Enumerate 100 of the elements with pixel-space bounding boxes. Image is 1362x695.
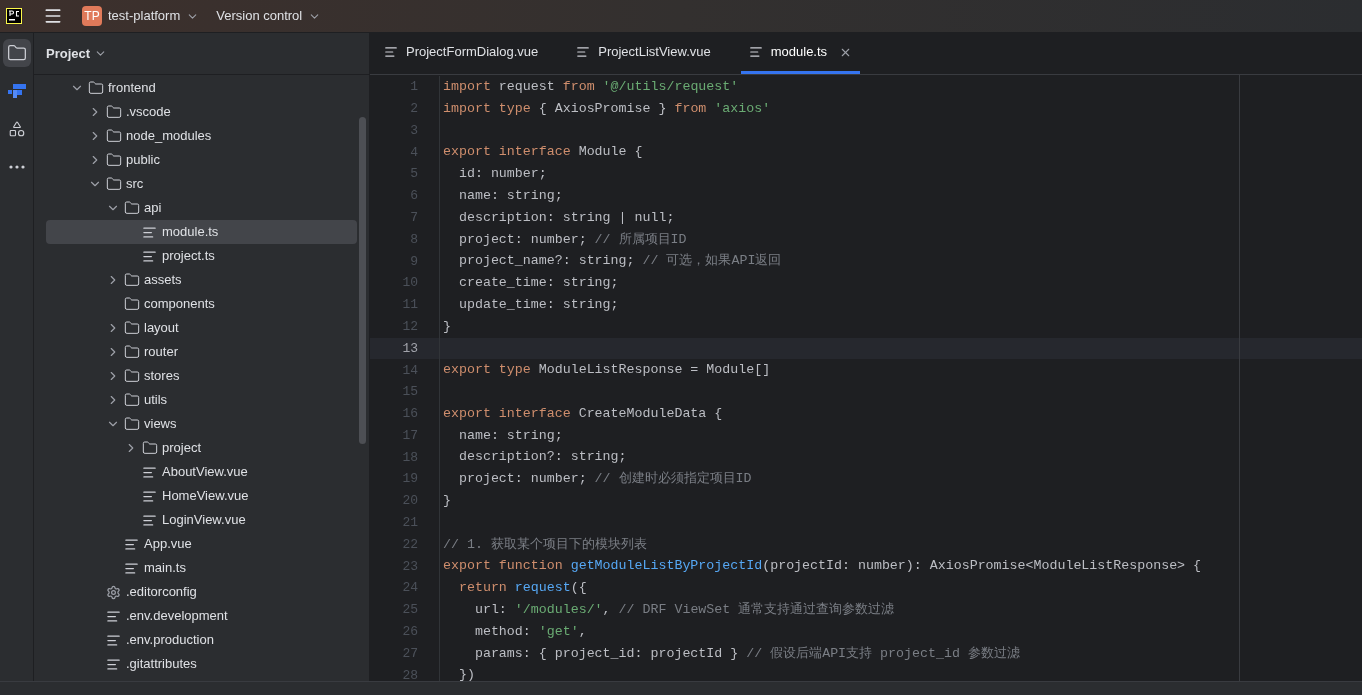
tree-item-label: .editorconfig [126,583,197,602]
folder-icon [124,344,140,360]
app-logo-icon [6,8,22,24]
code-line: method: 'get', [473,622,587,641]
folder-icon [124,392,140,408]
code-line: }) [457,666,475,681]
file-icon [106,608,121,624]
tree-item-label: layout [144,319,179,338]
folder-icon [106,176,122,192]
tree-item-label: utils [144,391,168,410]
tree-item[interactable]: utils [46,388,357,412]
file-icon [124,560,139,576]
folder-icon [106,104,122,120]
tree-item-label: src [126,175,144,194]
tree-item[interactable]: stores [46,364,357,388]
tree-item-label: project [162,439,202,458]
tree-item[interactable]: views [46,412,357,436]
tree-item-label: module.ts [162,223,219,242]
editor-tab[interactable]: ProjectListView.vue [568,33,719,74]
project-switcher[interactable]: TP test-platform [82,6,200,26]
file-icon [124,536,139,552]
tree-item[interactable]: .gitattributes [46,652,357,676]
code-line: project: number; // 创建时必须指定项目ID [457,470,752,489]
file-icon [106,656,121,672]
code-line: project_name?: string; // 可选，如果API返回 [457,252,782,271]
tree-item[interactable]: .editorconfig [46,580,357,604]
tree-item[interactable]: .env.development [46,604,357,628]
tree-item[interactable]: project [46,436,357,460]
code-line: // 1. 获取某个项目下的模块列表 [443,535,647,554]
code-line: import type { AxiosPromise } from 'axios' [443,99,771,118]
folder-icon [106,128,122,144]
code-line: id: number; [457,165,547,184]
folder-icon [124,416,140,432]
file-icon [106,632,121,648]
version-control-menu[interactable]: Version control [216,6,322,26]
tree-item-label: project.ts [162,247,215,266]
tree-item-label: node_modules [126,127,212,146]
file-icon [142,248,157,264]
folder-icon [124,368,140,384]
tree-item[interactable]: public [46,148,357,172]
tool-window-button[interactable] [2,39,31,67]
folder-icon [124,320,140,336]
project-badge: TP [82,6,102,26]
code-line: export interface CreateModuleData { [443,404,723,423]
code-line: project: number; // 所属项目ID [457,230,687,249]
tree-item-label: AboutView.vue [162,463,248,482]
tree-item-label: components [144,295,215,314]
tree-item-label: public [126,151,160,170]
tree-item[interactable]: App.vue [46,532,357,556]
file-icon [142,464,157,480]
code-line: update_time: string; [457,295,619,314]
line-number: 13 [401,339,418,358]
tree-item[interactable]: frontend [46,76,357,100]
scrollbar[interactable] [359,117,366,444]
tree-item-label: assets [144,271,182,290]
tree-item-label: router [144,343,178,362]
tree-item[interactable]: .vscode [46,100,357,124]
tree-item[interactable]: LoginView.vue [46,508,357,532]
folder-icon [6,43,27,63]
file-icon [384,45,398,59]
file-icon [142,488,157,504]
tree-item[interactable]: node_modules [46,124,357,148]
tree-item[interactable]: module.ts [46,220,357,244]
tree-item[interactable]: assets [46,268,357,292]
tree-item[interactable]: project.ts [46,244,357,268]
tree-item[interactable]: router [46,340,357,364]
editor-tab[interactable]: ProjectFormDialog.vue [376,33,547,74]
code-line: params: { project_id: projectId } // 假设后端API支持 project_id 参数过滤 [473,644,1020,663]
panel-title[interactable]: Project [46,43,108,64]
tree-item-label: .env.production [126,631,214,650]
menu-icon[interactable] [43,6,63,26]
components-icon [7,120,26,138]
tree-item[interactable]: api [46,196,357,220]
tree-item-label: api [144,199,162,218]
folder-icon [124,296,140,312]
code-line: export function getModuleListByProjectId(projectId: number): AxiosPromise<ModuleListResponse> { [443,557,1202,576]
code-line: export interface Module { [443,143,643,162]
tree-item[interactable]: .env.production [46,628,357,652]
tree-item[interactable]: components [46,292,357,316]
tree-item[interactable]: src [46,172,357,196]
logo-icon [6,83,27,99]
code-line: create_time: string; [457,274,619,293]
tree-item-label: views [144,415,177,434]
code-line: url: '/modules/', // DRF ViewSet 通常支持通过查询参数过滤 [473,601,895,620]
file-icon [142,512,157,528]
folder-icon [88,80,104,96]
tree-item[interactable]: HomeView.vue [46,484,357,508]
code-line: return request({ [457,579,587,598]
tree-item-label: LoginView.vue [162,511,246,530]
folder-icon [106,152,122,168]
tree-item[interactable]: AboutView.vue [46,460,357,484]
tree-item-label: stores [144,367,180,386]
tree-item-label: main.ts [144,559,186,578]
code-line: } [443,492,451,511]
tree-item[interactable]: layout [46,316,357,340]
tree-item[interactable]: main.ts [46,556,357,580]
code-editor[interactable] [370,75,1362,681]
code-line: description?: string; [457,448,627,467]
code-line: name: string; [457,426,563,445]
tree-item-label: App.vue [144,535,192,554]
